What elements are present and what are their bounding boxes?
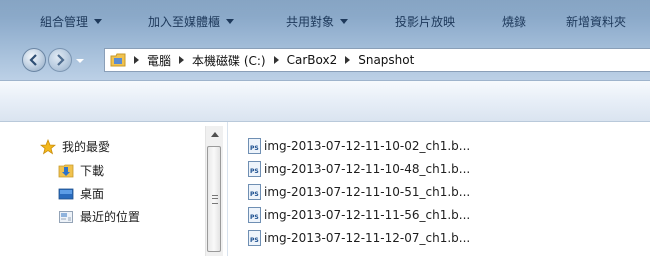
forward-arrow-icon [57,54,65,66]
sidebar-item-recent-places[interactable]: 最近的位置 [58,208,140,225]
scroll-up-arrow-icon[interactable] [211,132,219,137]
sidebar-item-label: 我的最愛 [62,140,111,154]
folder-icon [110,53,126,67]
chevron-down-icon [340,19,349,24]
command-bar [0,81,650,122]
address-bar[interactable]: 電腦 本機磁碟 (C:) CarBox2 Snapshot [104,48,650,72]
list-item[interactable]: PS img-2013-07-12-11-10-48_ch1.b... [248,161,470,177]
sidebar-item-label: 最近的位置 [80,210,141,224]
photoshop-file-icon: PS [248,207,261,223]
breadcrumb-separator-icon [273,56,279,64]
file-name: img-2013-07-12-11-12-07_ch1.b... [264,231,471,245]
navigation-pane [0,122,225,256]
burn-label: 燒錄 [502,15,527,29]
list-item[interactable]: PS img-2013-07-12-11-10-02_ch1.b... [248,138,470,154]
photoshop-file-icon: PS [248,161,261,177]
sidebar-item-label: 桌面 [80,187,105,201]
desktop-icon [58,188,74,199]
downloads-folder-icon [58,164,74,177]
add-to-library-label: 加入至媒體櫃 [148,15,221,29]
photoshop-file-icon: PS [248,184,261,200]
sidebar-item-favorites[interactable]: 我的最愛 [40,138,110,155]
sidebar-item-desktop[interactable]: 桌面 [58,185,104,202]
file-name: img-2013-07-12-11-10-51_ch1.b... [264,185,471,199]
grip-icon [212,195,218,204]
scrollbar-thumb[interactable] [207,146,221,252]
photoshop-file-icon: PS [248,138,261,154]
breadcrumb-local-disk[interactable]: 本機磁碟 (C:) [192,52,266,69]
list-item[interactable]: PS img-2013-07-12-11-12-07_ch1.b... [248,230,470,246]
list-item[interactable]: PS img-2013-07-12-11-10-51_ch1.b... [248,184,470,200]
file-name: img-2013-07-12-11-10-48_ch1.b... [264,162,471,176]
new-folder-label: 新增資料夾 [566,15,627,29]
list-item[interactable]: PS img-2013-07-12-11-11-56_ch1.b... [248,207,470,223]
slideshow-label: 投影片放映 [395,15,456,29]
file-name: img-2013-07-12-11-10-02_ch1.b... [264,139,471,153]
recent-places-icon [59,210,73,223]
organize-button[interactable]: 組合管理 [40,13,103,30]
chevron-down-icon [226,19,235,24]
sidebar-item-label: 下載 [80,164,105,178]
breadcrumb-computer[interactable]: 電腦 [147,52,171,69]
back-button[interactable] [22,48,46,72]
sidebar-item-downloads[interactable]: 下載 [58,162,104,179]
breadcrumb: 電腦 本機磁碟 (C:) CarBox2 Snapshot [126,52,414,69]
new-folder-button[interactable]: 新增資料夾 [566,13,626,30]
recent-pages-chevron-down-icon[interactable] [76,53,84,67]
organize-label: 組合管理 [40,15,89,29]
back-arrow-icon [29,54,37,66]
slideshow-button[interactable]: 投影片放映 [395,13,455,30]
file-name: img-2013-07-12-11-11-56_ch1.b... [264,208,471,222]
breadcrumb-separator-icon [134,56,139,64]
photoshop-file-icon: PS [248,230,261,246]
share-with-label: 共用對象 [286,15,335,29]
forward-button[interactable] [48,48,72,72]
burn-button[interactable]: 燒錄 [502,13,526,30]
breadcrumb-separator-icon [345,56,351,64]
chevron-down-icon [94,19,103,24]
add-to-library-button[interactable]: 加入至媒體櫃 [148,13,235,30]
navigation-pane-scrollbar[interactable] [205,126,223,256]
share-with-button[interactable]: 共用對象 [286,13,349,30]
breadcrumb-separator-icon [179,56,185,64]
breadcrumb-carbox2[interactable]: CarBox2 [287,53,338,67]
star-icon [40,138,56,155]
breadcrumb-snapshot[interactable]: Snapshot [358,53,414,67]
